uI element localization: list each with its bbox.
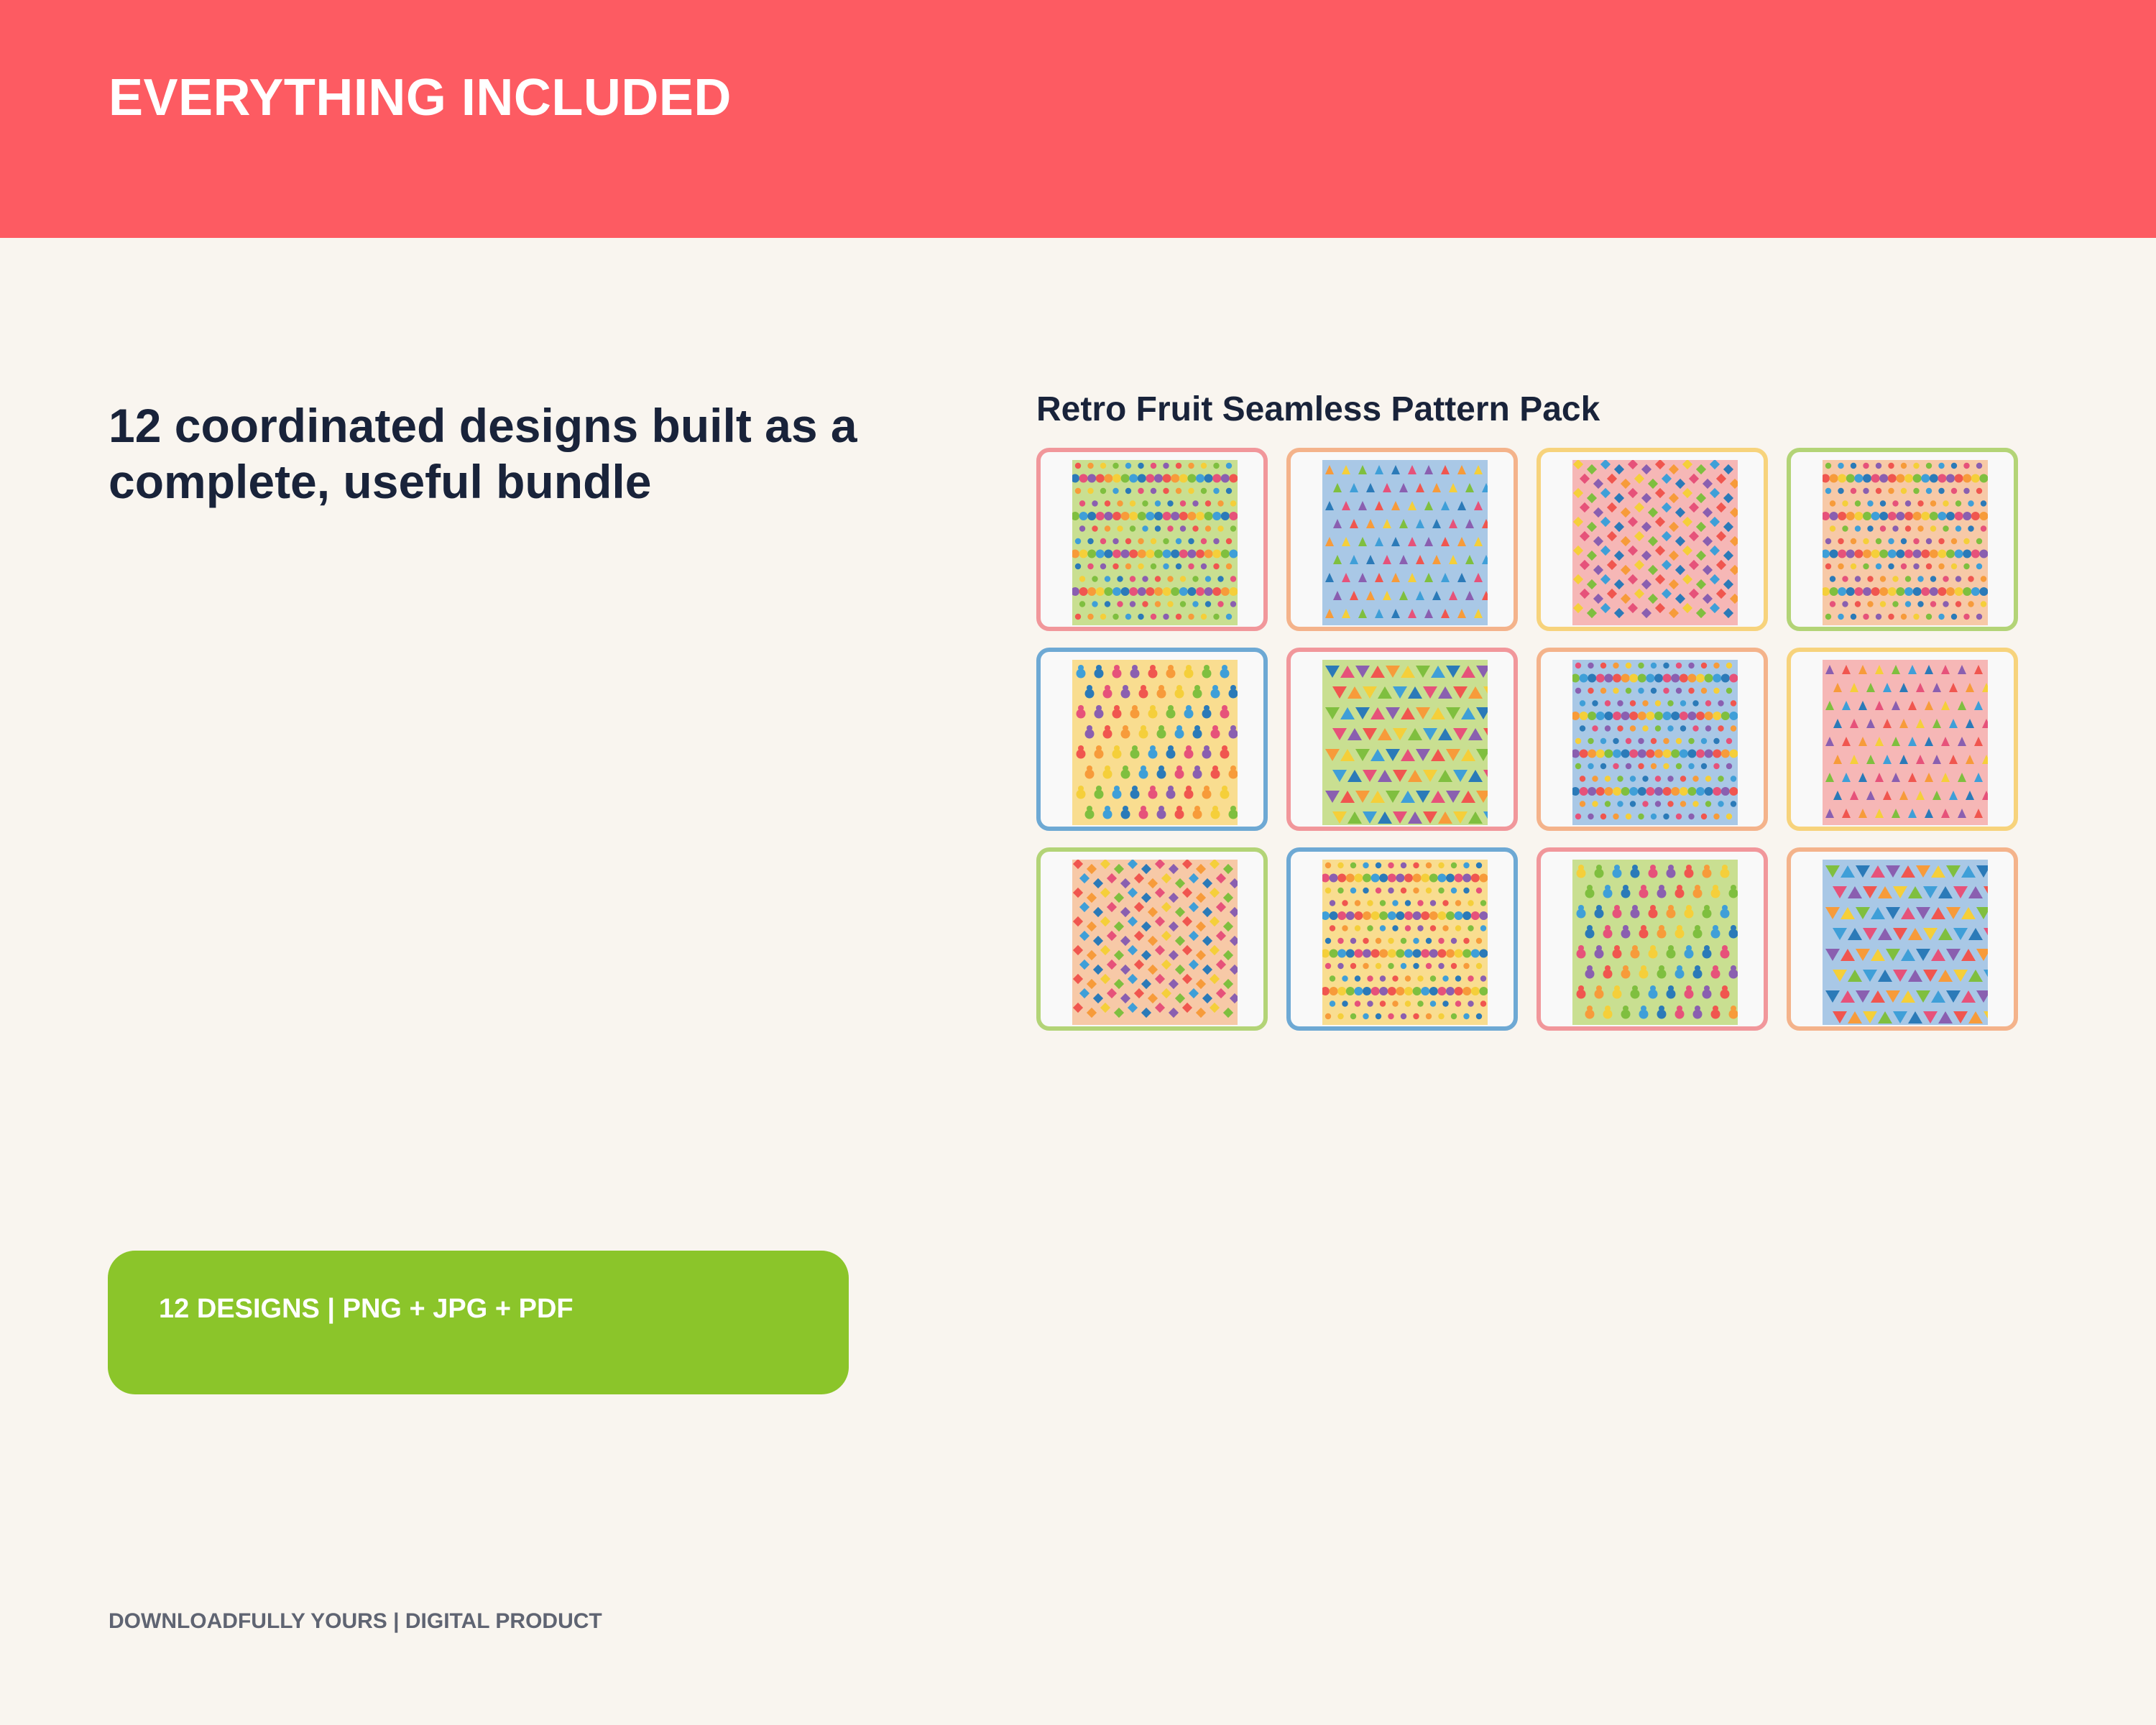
pattern-swatch-diamonds xyxy=(1572,460,1738,625)
pattern-card-5 xyxy=(1036,648,1268,831)
pattern-swatch-cherries xyxy=(1322,460,1488,625)
pattern-card-11 xyxy=(1537,847,1768,1031)
headline: 12 coordinated designs built as a comple… xyxy=(109,399,857,508)
pattern-swatch-dots xyxy=(1322,860,1488,1025)
pattern-card-8 xyxy=(1787,648,2018,831)
pattern-card-2 xyxy=(1286,448,1518,631)
pattern-swatch-dots xyxy=(1572,660,1738,825)
pattern-swatch-dots xyxy=(1823,460,1988,625)
footer-brand: DOWNLOADFULLY YOURS | DIGITAL PRODUCT xyxy=(109,1609,602,1633)
pattern-swatch-dots xyxy=(1072,460,1238,625)
pattern-swatch-pears xyxy=(1572,860,1738,1025)
pattern-card-6 xyxy=(1286,648,1518,831)
pattern-swatch-cherries xyxy=(1823,660,1988,825)
pattern-swatch-diamonds xyxy=(1072,860,1238,1025)
pattern-swatch-triangles xyxy=(1823,860,1988,1025)
pattern-card-4 xyxy=(1787,448,2018,631)
format-badge-text: 12 DESIGNS | PNG + JPG + PDF xyxy=(159,1294,573,1324)
header-banner: EVERYTHING INCLUDED xyxy=(0,0,2156,238)
pattern-card-7 xyxy=(1537,648,1768,831)
pattern-card-12 xyxy=(1787,847,2018,1031)
pattern-card-10 xyxy=(1286,847,1518,1031)
pattern-card-3 xyxy=(1537,448,1768,631)
format-badge: 12 DESIGNS | PNG + JPG + PDF xyxy=(108,1251,849,1394)
pattern-swatch-pears xyxy=(1072,660,1238,825)
pattern-card-1 xyxy=(1036,448,1268,631)
gallery-title: Retro Fruit Seamless Pattern Pack xyxy=(1036,390,1600,428)
pattern-swatch-triangles xyxy=(1322,660,1488,825)
pattern-card-9 xyxy=(1036,847,1268,1031)
header-title: EVERYTHING INCLUDED xyxy=(109,69,732,126)
